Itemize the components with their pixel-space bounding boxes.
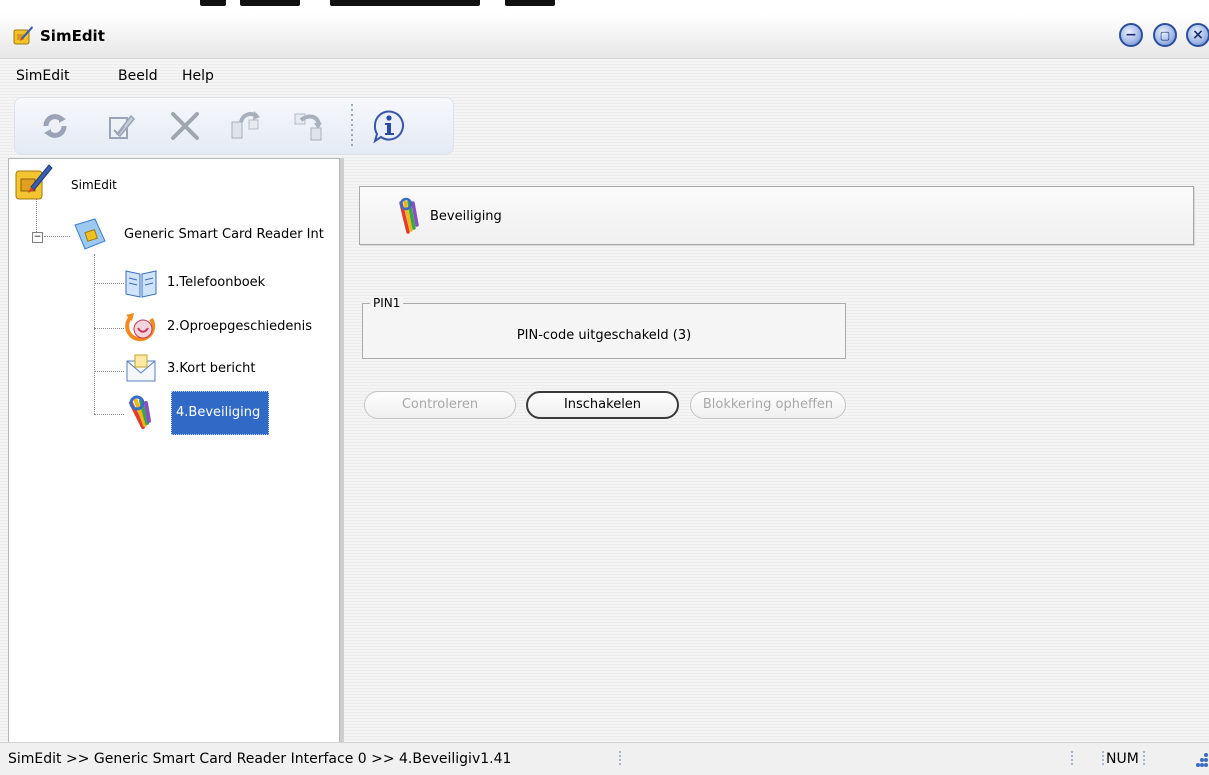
tree-item-label: 2.Oproepgeschiedenis [167,319,313,334]
tree-line [94,414,124,415]
tree-panel: SimEdit − Generic Smart Card Reader Int … [8,158,340,748]
tree-root-label: SimEdit [71,178,117,192]
smart-card-reader-icon [74,218,106,250]
status-separator [1071,751,1073,767]
pin-status-text: PIN-code uitgeschakeld (3) [516,328,692,343]
pin1-group-title: PIN1 [370,296,404,310]
resize-grip-icon[interactable] [1194,751,1209,769]
info-button[interactable] [371,108,407,144]
info-icon [373,110,404,144]
pin1-group: PIN1 PIN-code uitgeschakeld (3) [362,296,846,359]
menu-help[interactable]: Help [182,68,214,84]
tree-root[interactable]: SimEdit [9,163,329,200]
section-header: Beveiliging [359,186,1194,245]
window-title: SimEdit [40,27,105,45]
cut-off-text [240,0,300,6]
tree-item-reader[interactable]: Generic Smart Card Reader Int [69,215,334,251]
security-keys-icon [399,197,419,234]
tree-item-label-selected: 4.Beveiliging [171,391,269,435]
edit-button[interactable] [103,108,139,144]
tree-reader-label: Generic Smart Card Reader Int [124,227,324,242]
tree-line [44,236,70,237]
paste-button[interactable] [291,108,327,144]
phonebook-icon [125,270,157,298]
close-icon: × [1192,27,1204,43]
minus-icon: − [33,232,42,242]
tree-item-telefoonboek[interactable]: 1.Telefoonboek [123,265,333,301]
num-lock-indicator: NUM [1106,751,1139,767]
edit-icon [109,114,136,139]
refresh-icon [43,114,67,138]
close-button[interactable]: × [1186,23,1209,47]
copy-button[interactable] [227,108,263,144]
status-bar: SimEdit >> Generic Smart Card Reader Int… [0,742,1209,775]
minimize-icon: − [1125,27,1137,43]
unblock-button[interactable]: Blokkering opheffen [690,391,846,419]
refresh-button[interactable] [37,108,73,144]
cut-off-text [200,0,226,6]
status-separator [1143,751,1145,767]
tree-item-label: 3.Kort bericht [167,361,256,376]
delete-icon [171,112,199,140]
tree-line [94,328,124,329]
security-keys-icon [129,395,151,429]
cut-off-text [330,0,480,6]
check-button[interactable]: Controleren [364,391,516,419]
delete-button[interactable] [167,108,203,144]
app-logo-icon [13,26,33,45]
toolbar-separator [351,104,353,148]
status-separator [619,751,621,767]
status-version: v1.41 [471,751,512,767]
tree-item-label: 1.Telefoonboek [167,275,266,290]
panel-splitter[interactable] [340,158,344,746]
cut-off-text [505,0,555,6]
section-title: Beveiliging [430,209,502,224]
tree-line [94,371,124,372]
minimize-button[interactable]: − [1119,23,1143,47]
maximize-icon: ▢ [1159,29,1171,42]
copy-icon [231,111,260,139]
tree-item-beveiliging[interactable]: 4.Beveiliging [123,391,333,435]
desktop-strip [0,0,1209,14]
maximize-button[interactable]: ▢ [1153,23,1177,47]
call-history-icon [125,313,156,342]
tree-line [36,199,37,236]
status-path: SimEdit >> Generic Smart Card Reader Int… [8,751,511,767]
tree-item-oproepgeschiedenis[interactable]: 2.Oproepgeschiedenis [123,309,338,345]
title-bar[interactable]: SimEdit − ▢ × [0,14,1209,59]
toolbar [14,97,454,155]
tree-line [94,254,95,414]
status-separator [1102,751,1104,767]
tree-item-kort-bericht[interactable]: 3.Kort bericht [123,351,333,387]
enable-button[interactable]: Inschakelen [526,391,679,419]
tree-line [94,283,124,284]
menu-beeld[interactable]: Beeld [118,68,158,84]
message-icon [126,354,156,382]
paste-icon [294,113,322,141]
menu-simedit[interactable]: SimEdit [16,68,70,84]
app-window: SimEdit − ▢ × SimEdit Beeld Help SimEdit… [0,14,1209,775]
status-path-text: SimEdit >> Generic Smart Card Reader Int… [8,751,472,767]
tree-collapse-toggle[interactable]: − [32,232,43,243]
menu-bar: SimEdit Beeld Help [0,60,1209,90]
sim-card-edit-icon [15,164,53,200]
